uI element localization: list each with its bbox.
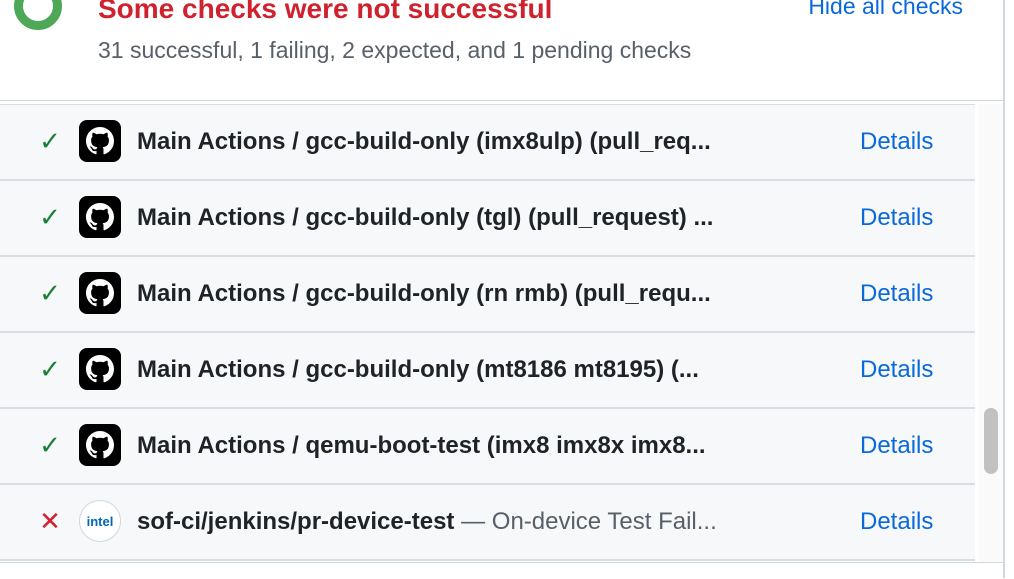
check-name: Main Actions / qemu-boot-test (imx8 imx8… bbox=[137, 431, 782, 461]
details-link[interactable]: Details bbox=[860, 203, 933, 233]
checks-title: Some checks were not successful bbox=[98, 0, 553, 24]
checks-summary-header: Some checks were not successful 31 succe… bbox=[0, 0, 1003, 101]
status-ring-icon bbox=[14, 0, 62, 30]
scrollbar-thumb[interactable] bbox=[984, 408, 998, 474]
hide-all-checks-link[interactable]: Hide all checks bbox=[808, 0, 963, 20]
check-row: ✓ Main Actions / qemu-boot-test (imx8 im… bbox=[0, 409, 975, 485]
details-link[interactable]: Details bbox=[860, 279, 933, 309]
check-title: sof-ci/jenkins/pr-device-test bbox=[137, 508, 455, 535]
list-footer bbox=[0, 562, 1003, 579]
check-title: Main Actions / gcc-build-only (tgl) (pul… bbox=[137, 204, 714, 231]
check-name: Main Actions / gcc-build-only (imx8ulp) … bbox=[137, 127, 782, 157]
check-icon: ✓ bbox=[39, 126, 61, 156]
github-icon bbox=[79, 272, 121, 314]
check-title: Main Actions / gcc-build-only (mt8186 mt… bbox=[137, 356, 699, 383]
check-name: Main Actions / gcc-build-only (tgl) (pul… bbox=[137, 203, 782, 233]
github-icon bbox=[79, 120, 121, 162]
check-row: ✓ Main Actions / gcc-build-only (imx8ulp… bbox=[0, 104, 975, 181]
check-icon: ✓ bbox=[39, 354, 61, 384]
details-link[interactable]: Details bbox=[860, 127, 933, 157]
check-icon: ✓ bbox=[39, 278, 61, 308]
check-row: ✓ Main Actions / gcc-build-only (tgl) (p… bbox=[0, 181, 975, 257]
check-row: ✕ intel sof-ci/jenkins/pr-device-test — … bbox=[0, 485, 975, 561]
check-title: Main Actions / qemu-boot-test (imx8 imx8… bbox=[137, 432, 706, 459]
panel-border bbox=[1003, 0, 1005, 578]
check-row: ✓ Main Actions / gcc-build-only (rn rmb)… bbox=[0, 257, 975, 333]
check-icon: ✓ bbox=[39, 430, 61, 460]
github-icon bbox=[79, 196, 121, 238]
check-title: Main Actions / gcc-build-only (imx8ulp) … bbox=[137, 128, 711, 155]
github-icon bbox=[79, 348, 121, 390]
checks-summary: 31 successful, 1 failing, 2 expected, an… bbox=[98, 37, 692, 63]
scrollbar-track[interactable] bbox=[979, 104, 1003, 578]
check-title: Main Actions / gcc-build-only (rn rmb) (… bbox=[137, 280, 711, 307]
intel-logo-icon: intel bbox=[79, 500, 121, 542]
check-name: sof-ci/jenkins/pr-device-test — On-devic… bbox=[137, 507, 782, 537]
check-name: Main Actions / gcc-build-only (rn rmb) (… bbox=[137, 279, 782, 309]
details-link[interactable]: Details bbox=[860, 431, 933, 461]
check-name: Main Actions / gcc-build-only (mt8186 mt… bbox=[137, 355, 782, 385]
x-icon: ✕ bbox=[39, 506, 61, 536]
details-link[interactable]: Details bbox=[860, 355, 933, 385]
check-row: ✓ Main Actions / gcc-build-only (mt8186 … bbox=[0, 333, 975, 409]
intel-logo-text: intel bbox=[86, 513, 114, 529]
checks-list: ✓ Main Actions / gcc-build-only (imx8ulp… bbox=[0, 104, 975, 561]
check-icon: ✓ bbox=[39, 202, 61, 232]
details-link[interactable]: Details bbox=[860, 507, 933, 537]
check-description: — On-device Test Fail... bbox=[454, 508, 717, 535]
github-icon bbox=[79, 424, 121, 466]
